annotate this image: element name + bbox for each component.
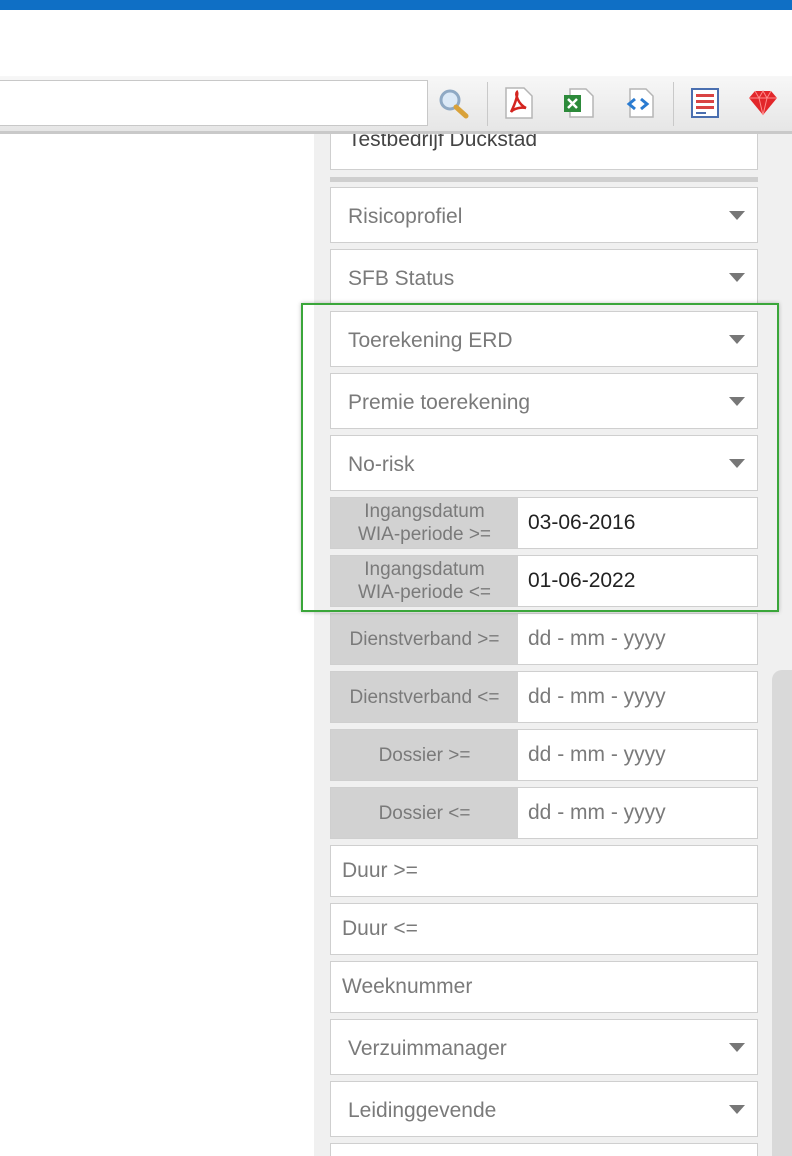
weeknummer-input[interactable]: Weeknummer (330, 961, 758, 1013)
dossier-from-input[interactable]: dd - mm - yyyy (518, 730, 757, 780)
chevron-down-icon (729, 273, 745, 282)
dienstverband-from-label: Dienstverband >= (331, 614, 518, 664)
verzuimmanager-label: Verzuimmanager (348, 1037, 507, 1060)
risicoprofiel-label: Risicoprofiel (348, 205, 463, 228)
report-icon[interactable] (688, 86, 722, 120)
chevron-down-icon (729, 1105, 745, 1114)
dossier-to-label: Dossier <= (331, 788, 518, 838)
excel-export-icon[interactable] (562, 86, 596, 120)
search-icon[interactable] (436, 86, 470, 120)
dossier-from-label: Dossier >= (331, 730, 518, 780)
weeknummer-placeholder: Weeknummer (342, 975, 473, 998)
dossier-to-field: Dossier <= dd - mm - yyyy (330, 787, 758, 839)
verzuimmanager-select[interactable]: Verzuimmanager (330, 1019, 758, 1075)
search-input[interactable] (0, 80, 428, 126)
next-filter-field[interactable] (330, 1143, 758, 1156)
duur-from-input[interactable]: Duur >= (330, 845, 758, 897)
company-field[interactable]: Testbedrijf Duckstad (330, 134, 758, 170)
sfb-status-label: SFB Status (348, 267, 455, 290)
dossier-from-field: Dossier >= dd - mm - yyyy (330, 729, 758, 781)
highlight-box (301, 303, 779, 612)
divider (330, 177, 758, 182)
toolbar-separator (673, 82, 674, 126)
dienstverband-from-field: Dienstverband >= dd - mm - yyyy (330, 613, 758, 665)
code-export-icon[interactable] (622, 86, 656, 120)
duur-from-placeholder: Duur >= (342, 859, 418, 882)
top-accent-bar (0, 0, 792, 10)
toolbar-separator (487, 82, 488, 126)
dienstverband-from-input[interactable]: dd - mm - yyyy (518, 614, 757, 664)
dossier-to-input[interactable]: dd - mm - yyyy (518, 788, 757, 838)
gem-icon[interactable] (746, 86, 780, 120)
chevron-down-icon (729, 211, 745, 220)
leidinggevende-label: Leidinggevende (348, 1099, 497, 1122)
risicoprofiel-select[interactable]: Risicoprofiel (330, 187, 758, 243)
duur-to-placeholder: Duur <= (342, 917, 418, 940)
dienstverband-to-input[interactable]: dd - mm - yyyy (518, 672, 757, 722)
chevron-down-icon (729, 1043, 745, 1052)
dienstverband-to-label: Dienstverband <= (331, 672, 518, 722)
sfb-status-select[interactable]: SFB Status (330, 249, 758, 305)
company-field-value: Testbedrijf Duckstad (348, 134, 538, 151)
dienstverband-to-field: Dienstverband <= dd - mm - yyyy (330, 671, 758, 723)
scrollbar[interactable] (772, 670, 792, 1156)
duur-to-input[interactable]: Duur <= (330, 903, 758, 955)
leidinggevende-select[interactable]: Leidinggevende (330, 1081, 758, 1137)
pdf-export-icon[interactable] (502, 86, 536, 120)
